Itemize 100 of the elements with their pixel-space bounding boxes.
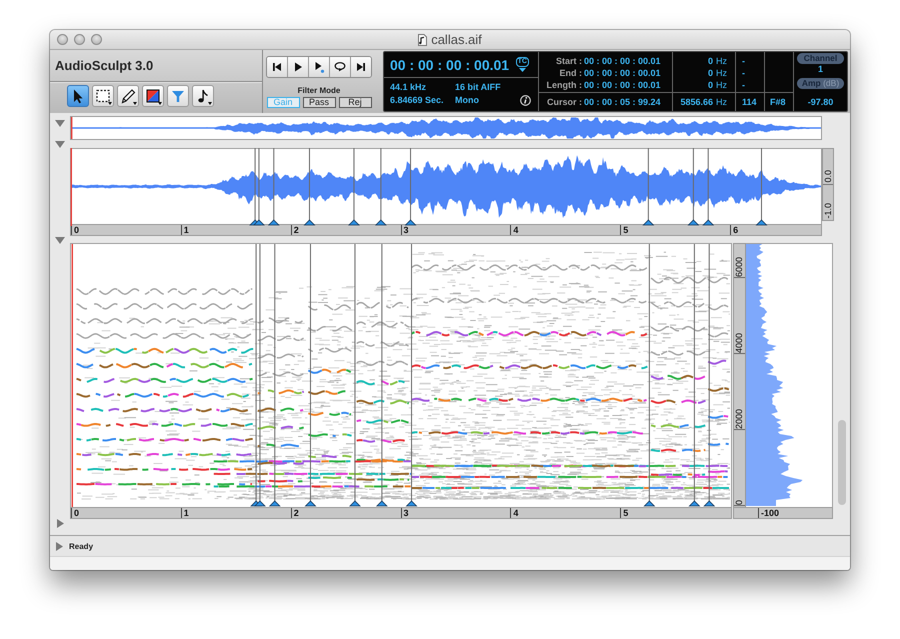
unit-label: Hz bbox=[715, 96, 728, 109]
ruler-label: 5 bbox=[620, 225, 628, 235]
marker[interactable] bbox=[268, 244, 281, 506]
channel-value: 1 bbox=[818, 64, 823, 75]
midi-value: 114 bbox=[742, 97, 757, 107]
marker[interactable] bbox=[687, 148, 700, 226]
color-square-icon bbox=[145, 88, 161, 104]
marker[interactable] bbox=[688, 244, 700, 506]
marker[interactable] bbox=[702, 148, 714, 226]
ruler-label: -100 bbox=[758, 508, 780, 518]
marker[interactable] bbox=[304, 244, 316, 506]
document-icon bbox=[418, 34, 428, 46]
bit-depth-text: 16 bit AIFF bbox=[455, 82, 502, 93]
ruler-label: 6 bbox=[730, 225, 738, 235]
time-value: 00 : 00 : 05 : 99.24 bbox=[584, 96, 662, 109]
skip-to-end-icon bbox=[355, 61, 367, 73]
disclosure-triangle-icon[interactable] bbox=[55, 237, 65, 244]
play-from-cursor-button[interactable] bbox=[309, 57, 330, 77]
marker[interactable] bbox=[374, 148, 387, 226]
frequency-value: 5856.66 bbox=[679, 96, 713, 109]
marker[interactable] bbox=[376, 244, 388, 506]
to-start-button[interactable] bbox=[267, 57, 288, 77]
caret-icon bbox=[133, 102, 137, 105]
to-end-button[interactable] bbox=[351, 57, 371, 77]
caret-icon bbox=[108, 102, 112, 105]
status-text: Ready bbox=[69, 542, 94, 550]
marker[interactable] bbox=[349, 244, 361, 506]
play-button[interactable] bbox=[288, 57, 309, 77]
channel-mode-text: Mono bbox=[455, 95, 480, 106]
marker[interactable] bbox=[254, 244, 266, 506]
field-label: Start : bbox=[554, 55, 582, 67]
filter-mode-label: Filter Mode bbox=[298, 86, 340, 96]
ruler-label: 5 bbox=[620, 508, 628, 518]
pencil-icon bbox=[120, 88, 136, 104]
pencil-tool-button[interactable] bbox=[117, 85, 139, 107]
axis-label: 6000 bbox=[734, 256, 745, 278]
marker[interactable] bbox=[642, 148, 654, 226]
marker[interactable] bbox=[268, 148, 280, 226]
loop-icon bbox=[334, 61, 346, 73]
ruler-label: 3 bbox=[400, 508, 409, 518]
axis-label: 2000 bbox=[734, 408, 745, 430]
note-tool-button[interactable] bbox=[192, 85, 214, 107]
filter-mode-option[interactable]: Rej bbox=[338, 97, 372, 108]
ruler-label: 4 bbox=[510, 225, 518, 235]
sample-rate-text: 44.1 kHz bbox=[390, 82, 428, 93]
marquee-tool-button[interactable] bbox=[92, 85, 114, 107]
caret-icon bbox=[158, 102, 162, 105]
app-name: AudioSculpt 3.0 bbox=[55, 58, 154, 73]
disclosure-triangle-icon[interactable] bbox=[56, 519, 64, 528]
time-readout: 00 : 00 : 00 : 00.01 bbox=[390, 56, 510, 72]
unit-label: Hz bbox=[715, 67, 728, 79]
disclosure-triangle-icon[interactable] bbox=[55, 120, 65, 127]
scrollbar-thumb[interactable] bbox=[838, 420, 846, 505]
ruler-label: 4 bbox=[510, 508, 518, 518]
window-title: callas.aif bbox=[431, 32, 482, 47]
marker[interactable] bbox=[643, 244, 656, 506]
loop-button[interactable] bbox=[330, 57, 351, 77]
marker[interactable] bbox=[406, 244, 418, 506]
info-icon[interactable] bbox=[520, 95, 531, 106]
axis-label: 4000 bbox=[734, 332, 745, 354]
frequency-value: 0 bbox=[706, 79, 713, 91]
marker[interactable] bbox=[348, 148, 360, 226]
funnel-icon bbox=[170, 88, 186, 104]
field-label: End : bbox=[558, 67, 582, 79]
axis-label: 0.0 bbox=[823, 170, 833, 183]
disclosure-triangle-icon[interactable] bbox=[56, 542, 63, 550]
color-tool-button[interactable] bbox=[142, 85, 164, 107]
field-label: Length : bbox=[546, 79, 582, 91]
marker[interactable] bbox=[404, 148, 416, 226]
marker[interactable] bbox=[703, 244, 716, 506]
close-button[interactable] bbox=[57, 34, 68, 45]
marker[interactable] bbox=[252, 148, 265, 226]
pointer-tool-button[interactable] bbox=[67, 85, 89, 107]
play-dot-icon bbox=[313, 61, 325, 73]
marker[interactable] bbox=[756, 148, 768, 226]
frequency-value: 0 bbox=[706, 67, 713, 79]
ruler-label: 0 bbox=[71, 508, 80, 518]
frequency-value: 0 bbox=[706, 55, 713, 67]
midi-value: - bbox=[742, 56, 745, 66]
skip-to-start-icon bbox=[271, 61, 283, 73]
duration-text: 6.84669 Sec. bbox=[390, 95, 445, 106]
time-value: 00 : 00 : 00 : 00.01 bbox=[584, 67, 662, 79]
axis-label: -1.0 bbox=[823, 203, 833, 219]
zoom-button[interactable] bbox=[91, 34, 102, 45]
midi-value: - bbox=[742, 80, 745, 90]
filter-mode-option[interactable]: Pass bbox=[302, 97, 336, 108]
dashed-rectangle-icon bbox=[95, 88, 111, 104]
play-icon bbox=[292, 61, 304, 73]
marker[interactable] bbox=[304, 148, 316, 226]
time-value: 00 : 00 : 00 : 00.01 bbox=[584, 55, 662, 67]
ruler-label: 1 bbox=[180, 508, 189, 518]
ruler-label: 1 bbox=[180, 225, 189, 235]
waveform-view[interactable] bbox=[70, 148, 822, 224]
ruler-label: 2 bbox=[290, 508, 299, 518]
time-value: 00 : 00 : 00 : 00.01 bbox=[584, 79, 662, 91]
caret-icon bbox=[208, 102, 212, 105]
disclosure-triangle-icon[interactable] bbox=[55, 141, 65, 148]
unit-label: Hz bbox=[715, 55, 728, 67]
minimize-button[interactable] bbox=[74, 34, 85, 45]
amplitude-value: -97.80 bbox=[808, 96, 834, 109]
